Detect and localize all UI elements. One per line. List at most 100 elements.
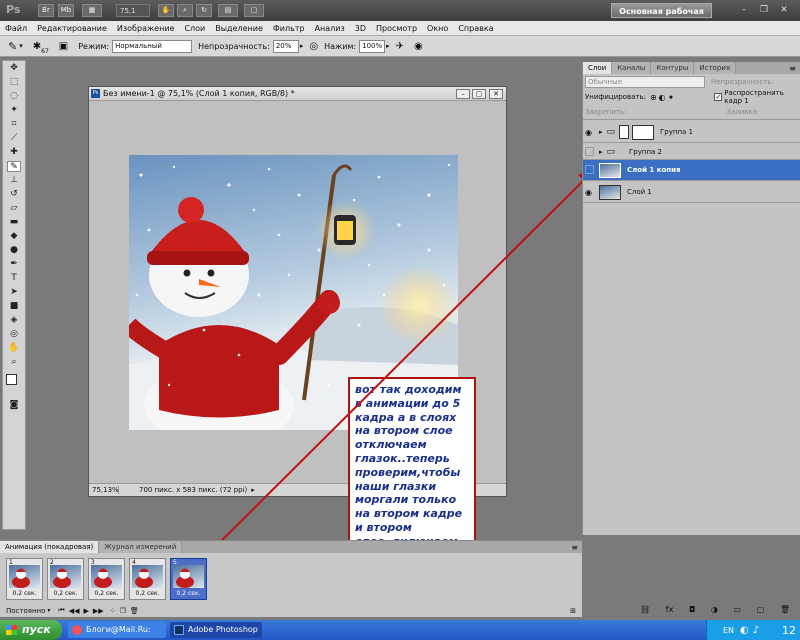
chevron-right-icon[interactable]: ▸ (300, 42, 304, 50)
menu-view[interactable]: Просмотр (371, 21, 422, 36)
move-tool-icon[interactable]: ✥ (7, 63, 21, 74)
language-indicator[interactable]: EN (723, 626, 734, 635)
brush-tool-icon[interactable]: ✎ (7, 161, 21, 172)
duplicate-frame-icon[interactable]: ❐ (120, 607, 126, 615)
brush-tool-icon[interactable]: ✎ (8, 40, 17, 53)
tab-paths[interactable]: Контуры (651, 62, 695, 74)
quick-mask-icon[interactable]: ◙ (7, 400, 21, 411)
loop-select[interactable]: Постоянно (6, 607, 45, 615)
clone-stamp-tool-icon[interactable]: ⊥ (7, 175, 21, 186)
pressure-size-icon[interactable]: ◉ (414, 41, 423, 52)
adjustment-layer-icon[interactable]: ◑ (711, 605, 718, 614)
menu-window[interactable]: Окно (422, 21, 453, 36)
status-zoom[interactable]: 75,13% (89, 486, 119, 494)
minibridge-icon[interactable]: Mb (58, 4, 74, 17)
hand-tool-icon[interactable]: ✋ (158, 4, 174, 17)
gradient-tool-icon[interactable]: ▬ (7, 217, 21, 228)
close-button[interactable]: ✕ (777, 4, 791, 16)
animation-frame-1[interactable]: 1 0,2 сек. (6, 558, 43, 600)
zoom-level-field[interactable]: 75,1 (116, 4, 150, 17)
network-icon[interactable]: ◐ (740, 625, 749, 636)
minimize-button[interactable]: – (737, 4, 751, 16)
eraser-tool-icon[interactable]: ▱ (7, 203, 21, 214)
blur-tool-icon[interactable]: ◆ (7, 231, 21, 242)
frame-duration[interactable]: 0,2 сек. (89, 590, 124, 597)
animation-frame-2[interactable]: 2 0,2 сек. (47, 558, 84, 600)
chevron-down-icon[interactable]: ▾ (47, 607, 50, 614)
brush-panel-icon[interactable]: ▣ (59, 41, 68, 52)
tween-icon[interactable]: ⁘ (110, 607, 116, 615)
play-icon[interactable]: ▶ (84, 607, 89, 615)
chevron-right-icon[interactable]: ▸ (599, 128, 603, 136)
menu-layers[interactable]: Слои (179, 21, 210, 36)
quick-select-tool-icon[interactable]: ✦ (7, 105, 21, 116)
clock[interactable]: 12 (782, 624, 796, 637)
menu-analysis[interactable]: Анализ (310, 21, 350, 36)
type-tool-icon[interactable]: T (7, 273, 21, 284)
crop-tool-icon[interactable]: ⌗ (7, 119, 21, 130)
chevron-right-icon[interactable]: ▸ (386, 42, 390, 50)
previous-frame-icon[interactable]: ◀◀ (69, 607, 80, 615)
panel-menu-icon[interactable]: ≡ (571, 543, 578, 552)
menu-edit[interactable]: Редактирование (32, 21, 112, 36)
eyedropper-tool-icon[interactable]: ⟋ (7, 133, 21, 144)
eye-icon[interactable]: ◉ (585, 188, 594, 197)
timeline-mode-icon[interactable]: ⊞ (570, 607, 576, 615)
history-brush-tool-icon[interactable]: ↺ (7, 189, 21, 200)
layer-row-group2[interactable]: ▸ ▭ Группа 2 (583, 144, 800, 160)
dodge-tool-icon[interactable]: ● (7, 245, 21, 256)
delete-layer-icon[interactable]: 🗑 (780, 605, 790, 614)
workspace-button[interactable]: Основная рабочая среда (611, 3, 712, 31)
airbrush-icon[interactable]: ✈ (396, 41, 404, 52)
unify-style-icon[interactable]: ✦ (668, 93, 675, 102)
frame-duration[interactable]: 0,2 сек. (7, 590, 42, 597)
layer-row-layer1[interactable]: ◉ Слой 1 (583, 182, 800, 203)
bridge-icon[interactable]: Br (38, 4, 54, 17)
add-mask-icon[interactable]: ◘ (689, 605, 695, 614)
start-button[interactable]: пуск (0, 620, 62, 640)
arrange-documents-icon[interactable]: ▤ (218, 4, 238, 17)
pen-tool-icon[interactable]: ✒ (7, 259, 21, 270)
new-group-icon[interactable]: ▭ (733, 605, 741, 614)
layer-row-group1[interactable]: ◉ ▸ ▭ Группа 1 (583, 122, 800, 143)
doc-minimize-button[interactable]: – (456, 89, 470, 99)
menu-filter[interactable]: Фильтр (268, 21, 310, 36)
volume-icon[interactable]: ♪ (753, 625, 759, 636)
tab-animation[interactable]: Анимация (покадровая) (0, 541, 100, 553)
eye-icon[interactable]: ◉ (585, 128, 594, 137)
pressure-opacity-icon[interactable]: ◎ (309, 41, 318, 52)
chevron-right-icon[interactable]: ▸ (251, 486, 255, 494)
eye-off-icon[interactable] (585, 147, 594, 156)
unify-visibility-icon[interactable]: ◐ (659, 93, 666, 102)
view-extras-icon[interactable]: ▦ (82, 4, 102, 17)
new-layer-icon[interactable]: ▢ (757, 605, 765, 614)
flow-input[interactable]: 100% (359, 39, 386, 53)
restore-button[interactable]: ❐ (757, 4, 771, 16)
animation-frame-4[interactable]: 4 0,2 сек. (129, 558, 166, 600)
chevron-down-icon[interactable]: ▾ (19, 42, 23, 50)
opacity-input[interactable]: 20% (272, 39, 299, 53)
marquee-tool-icon[interactable]: ⬚ (7, 77, 21, 88)
color-swatches[interactable] (3, 374, 25, 398)
path-select-tool-icon[interactable]: ➤ (7, 287, 21, 298)
first-frame-icon[interactable]: ⏮ (58, 606, 64, 615)
brush-preset-icon[interactable]: ✱ (33, 41, 41, 52)
frame-duration[interactable]: 0,2 сек. (130, 590, 165, 597)
animation-frame-3[interactable]: 3 0,2 сек. (88, 558, 125, 600)
unify-position-icon[interactable]: ⊕ (650, 93, 657, 102)
doc-maximize-button[interactable]: ▢ (472, 89, 486, 99)
taskbar-item-browser[interactable]: Блоги@Mail.Ru: Мой ... (68, 622, 166, 638)
layer-row-layer1-copy[interactable]: Слой 1 копия (583, 160, 800, 181)
layer-style-icon[interactable]: fx (666, 605, 674, 614)
menu-select[interactable]: Выделение (210, 21, 268, 36)
tab-history[interactable]: История (694, 62, 737, 74)
menu-file[interactable]: Файл (0, 21, 32, 36)
lasso-tool-icon[interactable]: ◌ (7, 91, 21, 102)
menu-help[interactable]: Справка (453, 21, 498, 36)
frame-duration[interactable]: 0,2 сек. (48, 590, 83, 597)
next-frame-icon[interactable]: ▶▶ (93, 607, 104, 615)
tab-layers[interactable]: Слои (583, 62, 613, 74)
doc-close-button[interactable]: ✕ (489, 89, 503, 99)
blend-mode-select[interactable]: Нормальный (112, 39, 193, 53)
panel-menu-icon[interactable]: ≡ (789, 64, 796, 73)
